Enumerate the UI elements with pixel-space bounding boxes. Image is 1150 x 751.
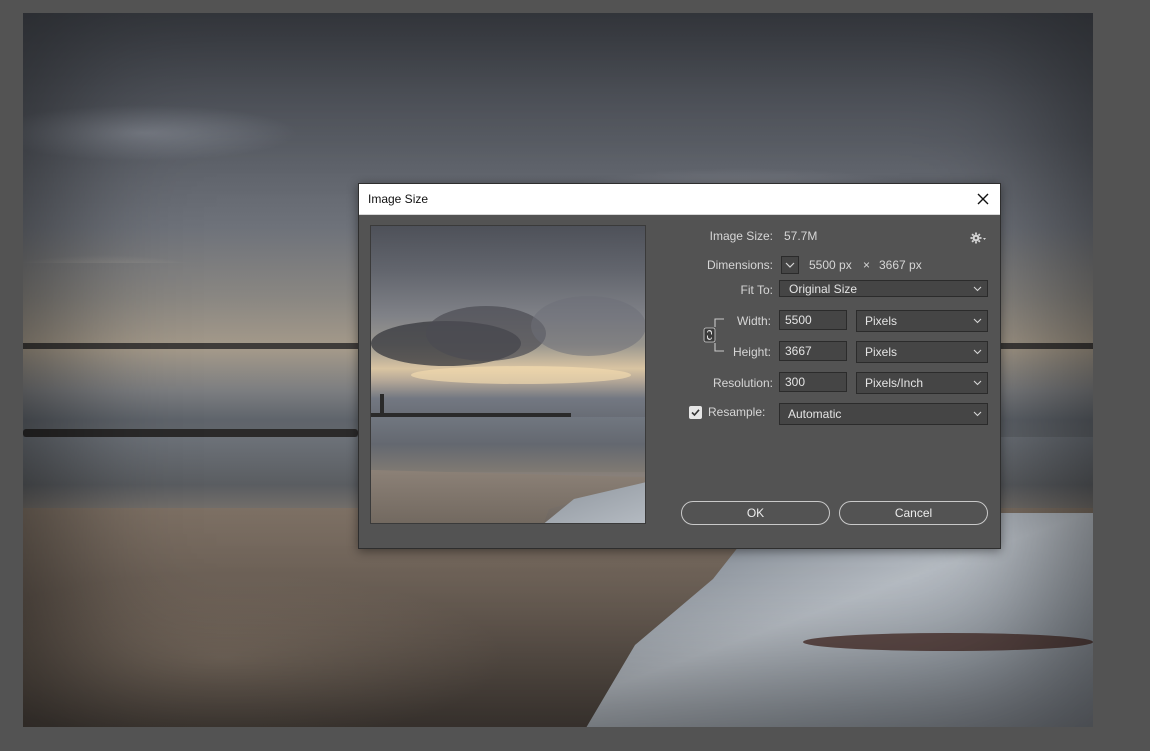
width-unit-value: Pixels [865,314,898,328]
resample-label: Resample: [708,405,766,419]
resample-value: Automatic [788,407,842,421]
dimensions-times: × [863,258,871,272]
dimensions-unit-toggle[interactable] [781,256,799,274]
width-input[interactable]: 5500 [779,310,847,330]
image-preview[interactable] [370,225,646,524]
height-label: Height: [732,345,771,359]
chevron-down-icon [973,318,982,324]
close-button[interactable] [972,188,994,210]
image-size-value: 57.7M [784,229,818,243]
height-unit-select[interactable]: Pixels [856,341,988,363]
resample-checkbox[interactable] [689,406,702,419]
preview-marker [380,394,384,414]
preview-sunset-glow [411,366,631,384]
width-unit-select[interactable]: Pixels [856,310,988,332]
dimensions-width: 5500 px [809,258,852,272]
fit-to-value: Original Size [789,282,858,296]
gear-icon[interactable] [969,231,987,245]
resolution-label: Resolution: [712,376,773,390]
resample-select[interactable]: Automatic [779,403,988,425]
checkmark-icon [691,409,700,417]
image-size-label: Image Size: [709,229,773,243]
close-icon [977,193,989,205]
chevron-down-icon [785,262,795,268]
dimensions-height: 3667 px [879,258,922,272]
dialog-title: Image Size [368,192,429,206]
ok-button[interactable]: OK [681,501,830,525]
dialog-titlebar[interactable]: Image Size [359,184,1000,215]
preview-cloud [531,296,645,356]
resolution-unit-value: Pixels/Inch [865,376,924,390]
dimensions-label: Dimensions: [706,258,773,272]
preview-cloud [426,306,546,361]
image-size-dialog: Image Size Image Size: 57.7M Dimensions:… [358,183,1001,549]
cancel-button[interactable]: Cancel [839,501,988,525]
chevron-down-icon [973,380,982,386]
chevron-down-icon [973,411,982,417]
chevron-down-icon [973,349,982,355]
fit-to-label: Fit To: [740,283,773,297]
resolution-unit-select[interactable]: Pixels/Inch [856,372,988,394]
fit-to-select[interactable]: Original Size [779,280,988,297]
preview-water [371,417,645,472]
resolution-input[interactable]: 300 [779,372,847,392]
height-unit-value: Pixels [865,345,898,359]
chevron-down-icon [973,286,982,292]
width-label: Width: [736,314,771,328]
height-input[interactable]: 3667 [779,341,847,361]
